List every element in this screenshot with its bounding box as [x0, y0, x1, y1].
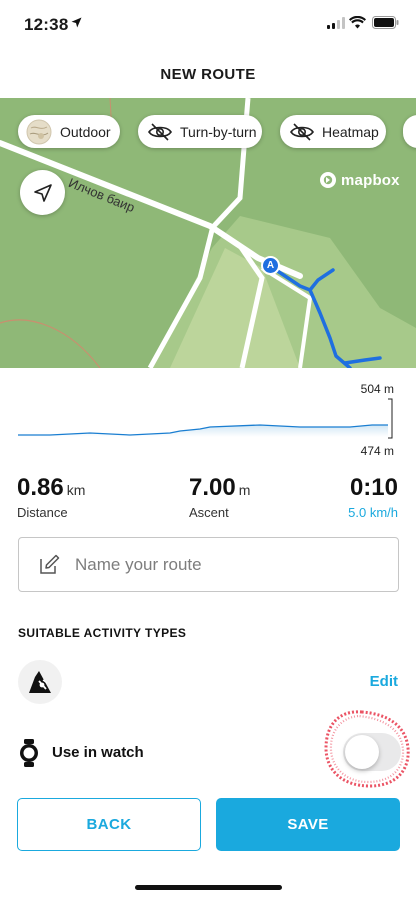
battery-icon [372, 16, 399, 29]
wifi-icon [349, 16, 366, 29]
turn-by-turn-chip[interactable]: Turn-by-turn [138, 115, 262, 148]
elevation-profile: 504 m 474 m [0, 375, 416, 465]
start-marker[interactable]: A [261, 256, 280, 275]
elevation-min: 474 m [360, 444, 394, 458]
chip-label: Outdoor [60, 123, 111, 140]
mountain-climbing-icon [29, 671, 51, 693]
route-name-field[interactable] [18, 537, 399, 592]
locate-me-button[interactable] [20, 170, 65, 215]
ascent-stat: 7.00 m Ascent [189, 474, 250, 520]
location-arrow-icon [71, 17, 82, 28]
eye-off-icon [290, 122, 314, 141]
heatmap-chip[interactable]: Heatmap [280, 115, 386, 148]
distance-unit: km [66, 482, 86, 498]
ascent-label: Ascent [189, 505, 229, 520]
route-name-input[interactable] [75, 554, 365, 575]
edit-activities-link[interactable]: Edit [370, 673, 398, 690]
toggle-knob [345, 735, 379, 769]
elevation-max: 504 m [360, 382, 394, 396]
ascent-value: 7.00 [189, 474, 236, 501]
pencil-edit-icon [37, 553, 61, 577]
home-indicator[interactable] [135, 885, 282, 890]
duration-stat: 0:10 5.0 km/h [348, 474, 398, 520]
mapbox-icon [319, 171, 337, 189]
duration-value: 0:10 [349, 474, 398, 501]
cellular-signal-icon [327, 17, 345, 29]
chip-label: Turn-by-turn [180, 123, 257, 140]
activity-types-heading: SUITABLE ACTIVITY TYPES [18, 626, 187, 640]
map-style-outdoor-chip[interactable]: Outdoor [18, 115, 120, 148]
watch-icon [20, 739, 38, 767]
mapbox-wordmark: mapbox [341, 171, 400, 189]
use-in-watch-label: Use in watch [52, 744, 144, 761]
status-bar: 12:38 [0, 0, 416, 48]
ascent-unit: m [238, 482, 251, 498]
navigation-arrow-icon [33, 183, 52, 202]
distance-stat: 0.86 km Distance [17, 474, 85, 520]
elevation-chart [18, 398, 393, 439]
save-button[interactable]: SAVE [216, 798, 400, 851]
outdoor-map-thumbnail-icon [26, 119, 52, 145]
eye-off-icon [148, 122, 172, 141]
status-time: 12:38 [24, 15, 69, 34]
use-in-watch-toggle[interactable] [343, 733, 401, 771]
mapbox-logo: mapbox [319, 171, 400, 189]
distance-label: Distance [17, 505, 68, 520]
chip-label: Heatmap [322, 123, 379, 140]
distance-value: 0.86 [17, 474, 64, 501]
back-button[interactable]: BACK [17, 798, 201, 851]
start-marker-label: A [266, 260, 275, 271]
page-title: NEW ROUTE [160, 66, 256, 83]
climbing-activity-icon[interactable] [18, 660, 62, 704]
speed-value[interactable]: 5.0 km/h [348, 505, 398, 520]
route-map[interactable]: Илчов баир A Outdoor Turn-by-turn Heatma… [0, 98, 416, 368]
